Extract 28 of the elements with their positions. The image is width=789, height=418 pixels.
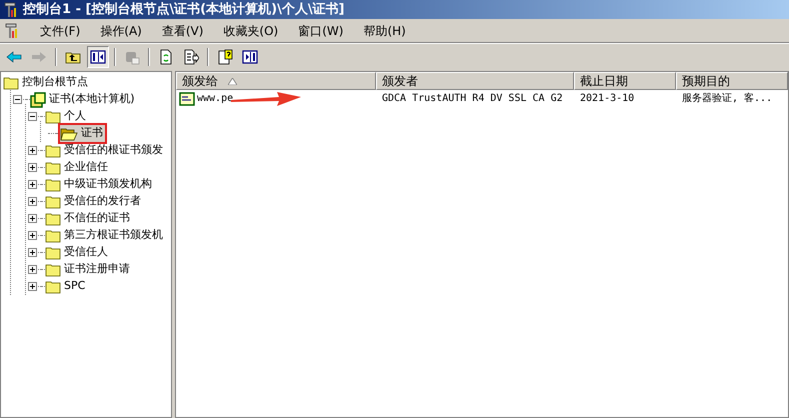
- tree-item[interactable]: SPC: [45, 278, 88, 295]
- column-header[interactable]: 预期目的: [676, 72, 788, 90]
- tree-item[interactable]: 受信任的根证书颁发: [45, 142, 165, 159]
- menu-item[interactable]: 查看(V): [162, 22, 204, 40]
- column-header[interactable]: 颁发者: [376, 72, 574, 90]
- menu-item[interactable]: 收藏夹(O): [223, 22, 278, 40]
- tree-item[interactable]: 个人: [45, 108, 88, 125]
- window-title: 控制台1 - [控制台根节点\证书(本地计算机)\个人\证书]: [23, 0, 345, 19]
- menu-item[interactable]: 窗口(W): [298, 22, 344, 40]
- column-header[interactable]: 颁发给: [176, 72, 376, 90]
- tree-item[interactable]: 中级证书颁发机构: [45, 176, 154, 193]
- menu-item[interactable]: 文件(F): [40, 22, 80, 40]
- tree-item[interactable]: 证书注册申请: [45, 261, 132, 278]
- tree-item[interactable]: 证书(本地计算机): [30, 91, 137, 108]
- table-cell-text: 服务器验证, 客...: [682, 92, 772, 106]
- table-cell-text: www.pe: [197, 92, 234, 106]
- menu-item[interactable]: 帮助(H): [363, 22, 406, 40]
- menu-item[interactable]: 操作(A): [100, 22, 142, 40]
- tree-item[interactable]: 企业信任: [45, 159, 110, 176]
- table-cell-text: 2021-3-10: [580, 92, 634, 106]
- tree-item[interactable]: 控制台根节点: [3, 74, 90, 91]
- tree-item[interactable]: 不信任的证书: [45, 210, 132, 227]
- tree-item[interactable]: 受信任的发行者: [45, 193, 143, 210]
- tree-item[interactable]: 受信任人: [45, 244, 110, 261]
- table-cell-text: GDCA TrustAUTH R4 DV SSL CA G2: [382, 92, 563, 106]
- tree-item[interactable]: 第三方根证书颁发机: [45, 227, 165, 244]
- tree-item[interactable]: 证书: [60, 125, 105, 142]
- column-header[interactable]: 截止日期: [574, 72, 676, 90]
